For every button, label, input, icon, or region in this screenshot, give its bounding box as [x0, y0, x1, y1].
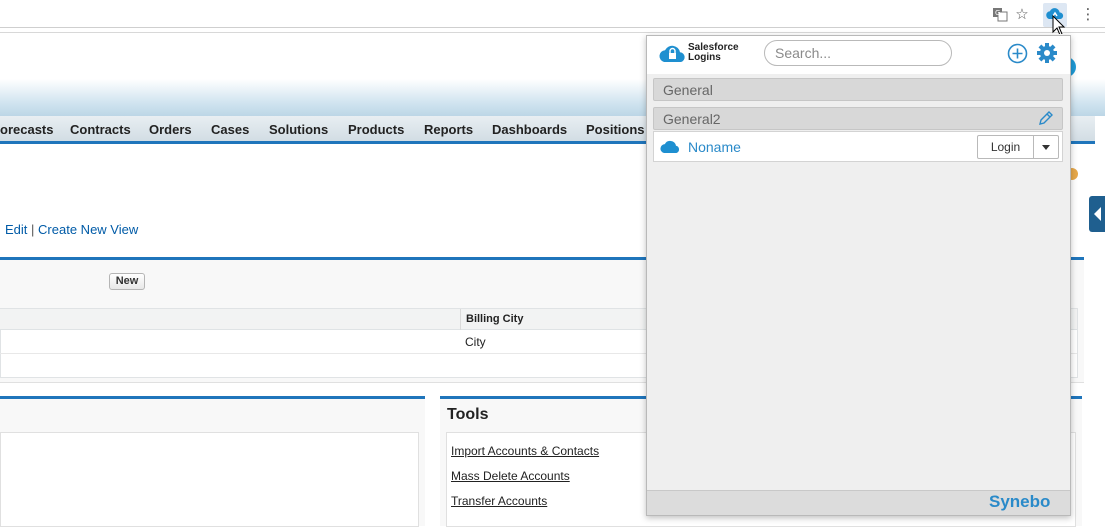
org-name[interactable]: Noname: [688, 139, 741, 155]
view-links: Edit | Create New View: [5, 222, 138, 237]
group-name: General2: [663, 111, 721, 127]
logo-line-2: Logins: [688, 52, 721, 63]
group-name: General: [663, 82, 713, 98]
edit-pencil-icon[interactable]: [1037, 110, 1054, 127]
tab-positions[interactable]: Positions: [586, 122, 645, 137]
link-separator: |: [31, 222, 35, 237]
transfer-accounts-link[interactable]: Transfer Accounts: [451, 494, 547, 508]
collapse-arrow-icon: [1094, 207, 1101, 221]
org-cloud-icon: [660, 140, 680, 153]
browser-toolbar: [0, 0, 1105, 28]
new-account-button[interactable]: New: [109, 273, 145, 290]
column-header-billing-city[interactable]: Billing City: [466, 313, 523, 325]
tab-products[interactable]: Products: [348, 122, 404, 137]
import-accounts-link[interactable]: Import Accounts & Contacts: [451, 444, 599, 458]
popup-logo-text: Salesforce Logins: [688, 43, 739, 63]
browser-toolbar-divider: [0, 28, 1105, 33]
tab-contracts[interactable]: Contracts: [70, 122, 131, 137]
mass-delete-accounts-link[interactable]: Mass Delete Accounts: [451, 469, 570, 483]
cell-billing-city: City: [465, 335, 486, 349]
group-header-general[interactable]: General: [653, 78, 1063, 101]
svg-text:G: G: [995, 9, 1000, 17]
caret-down-icon: [1042, 145, 1050, 150]
tab-cases[interactable]: Cases: [211, 122, 249, 137]
add-org-icon[interactable]: [1007, 43, 1028, 64]
tab-dashboards[interactable]: Dashboards: [492, 122, 567, 137]
translate-icon[interactable]: G: [991, 5, 1009, 23]
tools-title: Tools: [447, 406, 489, 423]
edit-view-link[interactable]: Edit: [5, 222, 27, 237]
salesforce-logins-logo-icon: [659, 45, 685, 62]
browser-menu-icon[interactable]: ⋮: [1079, 5, 1097, 23]
tab-forecasts[interactable]: orecasts: [0, 122, 53, 137]
settings-gear-icon[interactable]: [1036, 42, 1058, 64]
column-divider: [460, 309, 461, 330]
tab-orders[interactable]: Orders: [149, 122, 192, 137]
search-input[interactable]: [764, 40, 952, 66]
synebo-brand[interactable]: Synebo: [989, 492, 1050, 512]
create-new-view-link[interactable]: Create New View: [38, 222, 138, 237]
group-header-general2[interactable]: General2: [653, 107, 1063, 130]
bookmark-star-icon[interactable]: ☆: [1013, 5, 1031, 23]
login-button[interactable]: Login: [977, 135, 1034, 159]
left-panel-body: [0, 432, 419, 527]
tab-solutions[interactable]: Solutions: [269, 122, 328, 137]
tab-reports[interactable]: Reports: [424, 122, 473, 137]
